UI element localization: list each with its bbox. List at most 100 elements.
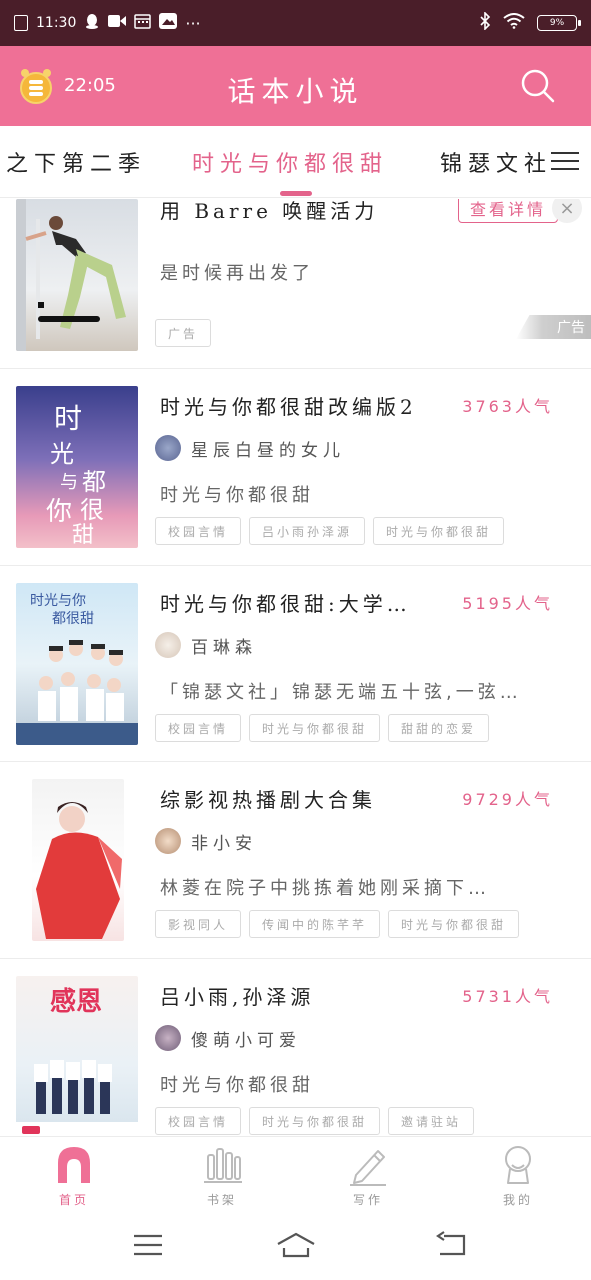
battery-level: 9% — [549, 18, 565, 28]
cover-text: 都很甜 — [52, 611, 94, 627]
ad-tags: 广告 — [155, 319, 212, 347]
active-tab-indicator — [280, 191, 312, 196]
book-item[interactable]: 时光与你 都很甜 时光与你都很甜:大学… 5195人气 百琳森 「锦瑟文社」锦瑟… — [0, 566, 591, 762]
nav-label: 我的 — [502, 1193, 533, 1207]
cover-text: 光 — [50, 440, 74, 468]
book-tags: 校园言情 吕小雨孙泽源 时光与你都很甜 — [155, 517, 505, 545]
home-icon — [58, 1147, 90, 1183]
tab-item[interactable]: 之下第二季 — [6, 146, 146, 178]
battery-icon: 9% — [537, 15, 581, 31]
qq-icon — [84, 13, 100, 33]
app-title: 话本小说 — [227, 75, 364, 108]
cover-text: 与 — [60, 472, 78, 493]
book-cover — [32, 779, 124, 941]
book-item[interactable]: 时 光 与 都 你 很 甜 时光与你都很甜改编版2 3763人气 星辰白昼的女儿… — [0, 369, 591, 566]
book-description: 林菱在院子中挑拣着她刚采摘下… — [160, 878, 490, 899]
cover-text: 感恩 — [50, 987, 102, 1017]
nav-bookshelf[interactable]: 书架 — [172, 1143, 272, 1208]
book-tags: 影视同人 传闻中的陈芊芊 时光与你都很甜 — [155, 910, 520, 938]
book-title: 时光与你都很甜改编版2 — [160, 395, 417, 419]
book-cover: 感恩 — [16, 976, 138, 1136]
tag[interactable]: 吕小雨孙泽源 — [249, 517, 366, 545]
tag[interactable]: 传闻中的陈芊芊 — [249, 910, 381, 938]
cover-text: 很 — [80, 496, 104, 524]
recent-apps-icon[interactable] — [130, 1230, 166, 1260]
author-row: 星辰白昼的女儿 — [155, 435, 345, 461]
ad-item[interactable]: 用 Barre 唤醒活力 查看详情 × 是时候再出发了 广告 广告 — [0, 199, 591, 369]
video-icon — [108, 14, 127, 32]
book-list: 用 Barre 唤醒活力 查看详情 × 是时候再出发了 广告 广告 时 光 与 … — [0, 199, 591, 1136]
ad-description: 是时候再出发了 — [160, 263, 314, 284]
popularity: 9729人气 — [462, 790, 553, 809]
author-row: 傻萌小可爱 — [155, 1025, 301, 1051]
author-row: 百琳森 — [155, 632, 257, 658]
nav-label: 书架 — [206, 1193, 237, 1207]
more-icon: ··· — [185, 13, 201, 33]
tab-item-active[interactable]: 时光与你都很甜 — [192, 146, 388, 178]
tag[interactable]: 甜甜的恋爱 — [388, 714, 490, 742]
cover-text: 甜 — [72, 523, 94, 548]
gallery-icon — [159, 13, 178, 33]
bookshelf-icon — [204, 1148, 242, 1183]
nav-label: 写作 — [352, 1193, 383, 1207]
book-description: 时光与你都很甜 — [160, 485, 314, 506]
popularity: 3763人气 — [462, 397, 553, 416]
status-bar: 11:30 ··· 9% — [0, 0, 591, 46]
avatar — [155, 435, 181, 461]
ad-image — [16, 199, 138, 351]
menu-icon[interactable] — [548, 146, 582, 176]
book-title: 综影视热播剧大合集 — [160, 788, 376, 812]
close-icon[interactable]: × — [552, 199, 582, 223]
popularity: 5195人气 — [462, 594, 553, 613]
tag[interactable]: 校园言情 — [155, 517, 242, 545]
profile-icon — [505, 1146, 531, 1184]
avatar — [155, 1025, 181, 1051]
nav-profile[interactable]: 我的 — [468, 1143, 568, 1208]
bottom-nav: 首页 书架 写作 我的 — [0, 1136, 591, 1212]
tag[interactable]: 时光与你都很甜 — [249, 1107, 381, 1135]
category-tabs: 之下第二季 时光与你都很甜 锦瑟文社 — [0, 126, 591, 198]
book-tags: 校园言情 时光与你都很甜 甜甜的恋爱 — [155, 714, 490, 742]
wifi-icon — [503, 13, 525, 33]
view-details-button[interactable]: 查看详情 — [458, 199, 558, 223]
book-item[interactable]: 感恩 吕小雨,孙泽源 5731人气 傻萌小可爱 时光与你都很甜 校园言情 时光与… — [0, 959, 591, 1136]
nav-home[interactable]: 首页 — [24, 1143, 124, 1208]
tag[interactable]: 时光与你都很甜 — [373, 517, 505, 545]
calendar-icon — [134, 13, 152, 33]
avatar — [155, 828, 181, 854]
pen-icon — [350, 1150, 386, 1186]
home-button-icon[interactable] — [276, 1230, 316, 1260]
system-nav-bar — [0, 1212, 591, 1280]
nav-label: 首页 — [58, 1193, 89, 1207]
tag[interactable]: 时光与你都很甜 — [249, 714, 381, 742]
nav-write[interactable]: 写作 — [318, 1143, 418, 1208]
author-name: 傻萌小可爱 — [191, 1030, 301, 1051]
popularity: 5731人气 — [462, 987, 553, 1006]
cover-text: 你 — [46, 497, 72, 527]
book-cover: 时光与你 都很甜 — [16, 583, 138, 745]
book-cover: 时 光 与 都 你 很 甜 — [16, 386, 138, 548]
book-description: 时光与你都很甜 — [160, 1075, 314, 1096]
cover-text: 时光与你 — [30, 593, 86, 609]
tag[interactable]: 时光与你都很甜 — [388, 910, 520, 938]
ad-title: 用 Barre 唤醒活力 — [160, 199, 379, 223]
app-header: 22:05 话本小说 — [0, 46, 591, 126]
cover-text: 都 — [82, 468, 106, 496]
ad-tag: 广告 — [155, 319, 212, 347]
tag[interactable]: 影视同人 — [155, 910, 242, 938]
bluetooth-icon — [479, 11, 491, 34]
book-item[interactable]: 综影视热播剧大合集 9729人气 非小安 林菱在院子中挑拣着她刚采摘下… 影视同… — [0, 762, 591, 959]
tab-item[interactable]: 锦瑟文社 — [440, 146, 552, 178]
ad-corner-badge: 广告 — [516, 315, 591, 339]
cover-text: 时 — [54, 402, 82, 435]
tag[interactable]: 校园言情 — [155, 1107, 242, 1135]
search-icon[interactable] — [518, 66, 558, 106]
back-icon[interactable] — [434, 1230, 470, 1260]
author-name: 星辰白昼的女儿 — [191, 440, 345, 461]
status-left: 11:30 ··· — [14, 13, 201, 33]
status-right: 9% — [479, 11, 581, 34]
author-name: 百琳森 — [191, 637, 257, 658]
tag[interactable]: 邀请驻站 — [388, 1107, 475, 1135]
tag[interactable]: 校园言情 — [155, 714, 242, 742]
book-title: 时光与你都很甜:大学… — [160, 592, 411, 616]
